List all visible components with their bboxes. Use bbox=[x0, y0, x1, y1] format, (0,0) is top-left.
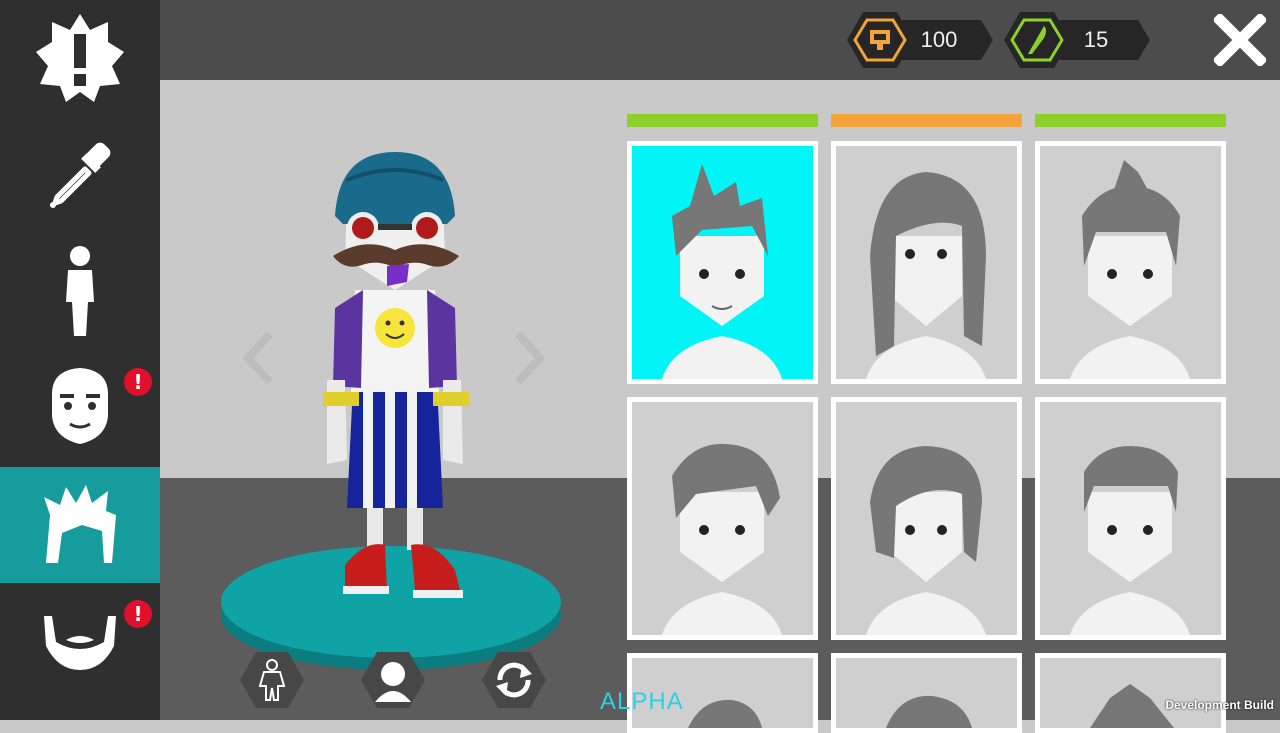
feather-gem-icon bbox=[1004, 12, 1070, 68]
character-preview[interactable] bbox=[215, 140, 575, 680]
price-tag-strip bbox=[831, 114, 1022, 127]
hair-option-spiky[interactable] bbox=[627, 141, 818, 384]
hair-icon bbox=[44, 485, 116, 563]
rotate-icon[interactable] bbox=[482, 650, 546, 710]
hair-preview-partial bbox=[886, 695, 972, 728]
hair-option-topknot[interactable] bbox=[1035, 141, 1226, 384]
hair-option-buzz[interactable] bbox=[1035, 397, 1226, 640]
exclamation-badge-icon bbox=[36, 14, 124, 102]
category-sidebar: ! ! bbox=[0, 0, 160, 720]
hair-option-short-swept[interactable] bbox=[627, 397, 818, 640]
alerts-button[interactable] bbox=[0, 0, 160, 116]
eyedropper-icon bbox=[50, 142, 111, 208]
development-build-label: Development Build bbox=[1165, 698, 1274, 712]
color-picker-button[interactable] bbox=[0, 116, 160, 232]
face-button[interactable]: ! bbox=[0, 348, 160, 464]
price-tag-strip bbox=[627, 114, 818, 127]
hair-option-partial[interactable] bbox=[1035, 653, 1226, 733]
alpha-label: ALPHA bbox=[600, 688, 684, 715]
full-body-view-icon[interactable] bbox=[240, 650, 304, 710]
coin-icon bbox=[847, 12, 913, 68]
hair-option-long[interactable] bbox=[831, 141, 1022, 384]
close-icon[interactable] bbox=[1214, 14, 1266, 66]
hair-preview-bob bbox=[866, 446, 986, 635]
body-icon bbox=[66, 246, 94, 336]
hair-preview-long bbox=[866, 172, 986, 379]
hair-option-partial[interactable] bbox=[831, 653, 1022, 733]
hair-button[interactable] bbox=[0, 467, 160, 583]
hair-preview-short-swept bbox=[662, 443, 782, 635]
prev-arrow-icon[interactable] bbox=[240, 330, 276, 386]
hair-preview-spiky bbox=[662, 164, 782, 379]
beard-icon bbox=[44, 616, 116, 670]
face-alert-badge: ! bbox=[124, 368, 152, 396]
hair-preview-partial bbox=[1090, 684, 1174, 728]
beard-alert-badge: ! bbox=[124, 600, 152, 628]
face-icon bbox=[52, 368, 108, 444]
hair-option-bob[interactable] bbox=[831, 397, 1022, 640]
next-arrow-icon[interactable] bbox=[512, 330, 548, 386]
body-button[interactable] bbox=[0, 232, 160, 348]
head-view-icon[interactable] bbox=[361, 650, 425, 710]
beard-button[interactable]: ! bbox=[0, 584, 160, 700]
hair-preview-topknot bbox=[1070, 160, 1190, 379]
hair-preview-buzz bbox=[1070, 446, 1190, 635]
price-tag-strip bbox=[1035, 114, 1226, 127]
